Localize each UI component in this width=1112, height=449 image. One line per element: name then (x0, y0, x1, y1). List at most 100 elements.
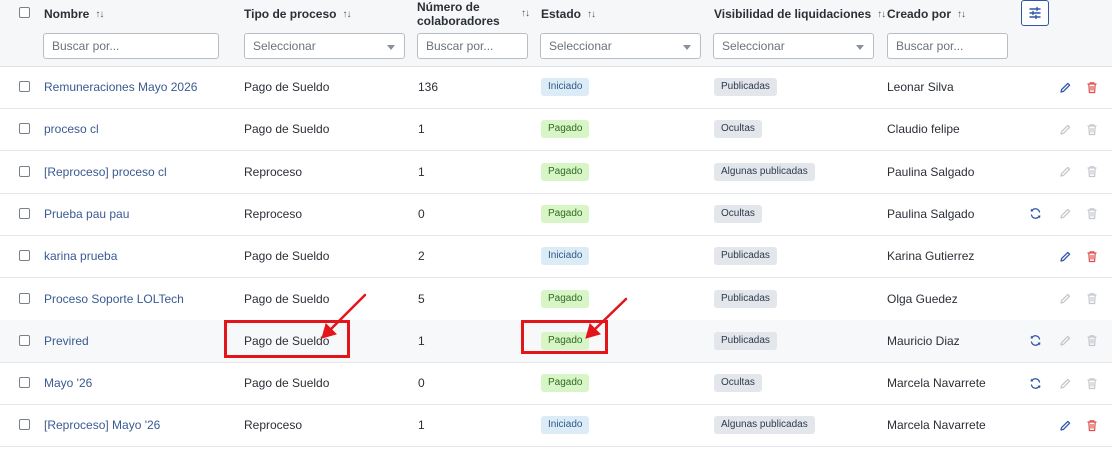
column-settings-button[interactable] (1021, 0, 1049, 26)
column-header-estado[interactable]: Estado ↑↓ (541, 7, 596, 21)
column-label-nombre: Nombre (44, 7, 90, 21)
collaborators-count: 0 (418, 206, 425, 221)
column-header-nombre[interactable]: Nombre ↑↓ (44, 7, 104, 21)
table-row[interactable]: [Reproceso] Mayo '26 Reproceso 1 Iniciad… (0, 404, 1112, 448)
status-badge: Iniciado (541, 416, 590, 435)
estado-select[interactable]: Seleccionar (540, 33, 701, 59)
table-row[interactable]: Remuneraciones Mayo 2026 Pago de Sueldo … (0, 66, 1112, 109)
status-badge: Pagado (541, 162, 590, 181)
status-badge: Pagado (541, 204, 590, 223)
delete-icon (1084, 333, 1100, 349)
delete-icon (1084, 206, 1100, 222)
table-row[interactable]: Prueba pau pau Reproceso 0 Pagado Oculta… (0, 193, 1112, 236)
process-name-link[interactable]: [Reproceso] Mayo '26 (44, 404, 160, 446)
collaborators-count: 1 (418, 418, 425, 433)
sort-icon[interactable]: ↑↓ (521, 7, 530, 21)
process-name-link[interactable]: [Reproceso] proceso cl (44, 151, 167, 193)
row-checkbox[interactable] (19, 207, 30, 219)
sync-icon[interactable] (1027, 206, 1043, 222)
sort-icon[interactable]: ↑↓ (342, 9, 351, 20)
edit-icon (1057, 375, 1073, 391)
edit-icon[interactable] (1057, 417, 1073, 433)
column-label-visibilidad: Visibilidad de liquidaciones (714, 7, 872, 21)
process-name-link[interactable]: Previred (44, 320, 89, 362)
edit-icon (1057, 206, 1073, 222)
process-name-link[interactable]: Prueba pau pau (44, 193, 129, 235)
delete-icon[interactable] (1084, 248, 1100, 264)
edit-icon[interactable] (1057, 79, 1073, 95)
delete-icon (1084, 291, 1100, 307)
process-name-link[interactable]: proceso cl (44, 108, 99, 150)
column-header-colaboradores[interactable]: Número de colaboradores ↑↓ (417, 0, 530, 28)
visibility-badge: Ocultas (714, 120, 762, 139)
chevron-down-icon (387, 45, 395, 50)
edit-icon (1057, 333, 1073, 349)
edit-icon (1057, 121, 1073, 137)
nombre-search-input[interactable]: Buscar por... (43, 33, 219, 59)
visibility-badge: Publicadas (714, 247, 777, 266)
created-by: Paulina Salgado (887, 164, 975, 179)
edit-icon (1057, 164, 1073, 180)
collaborators-count: 1 (418, 333, 425, 348)
process-name-link[interactable]: karina prueba (44, 235, 117, 277)
delete-icon (1084, 375, 1100, 391)
sort-icon[interactable]: ↑↓ (95, 9, 104, 20)
tipo-select[interactable]: Seleccionar (244, 33, 405, 59)
row-checkbox[interactable] (19, 292, 30, 304)
visibilidad-select-value: Seleccionar (722, 39, 785, 53)
visibility-badge: Ocultas (714, 374, 762, 393)
process-name-link[interactable]: Remuneraciones Mayo 2026 (44, 66, 197, 108)
row-checkbox[interactable] (19, 377, 30, 389)
table-row[interactable]: [Reproceso] proceso cl Reproceso 1 Pagad… (0, 151, 1112, 194)
sort-icon[interactable]: ↑↓ (587, 9, 596, 20)
column-header-tipo[interactable]: Tipo de proceso ↑↓ (244, 7, 351, 21)
status-badge: Pagado (541, 289, 590, 308)
table-row[interactable]: Mayo '26 Pago de Sueldo 0 Pagado Ocultas… (0, 362, 1112, 406)
created-by: Marcela Navarrete (887, 418, 986, 433)
visibility-badge: Publicadas (714, 78, 777, 96)
delete-icon (1084, 121, 1100, 137)
process-name-link[interactable]: Mayo '26 (44, 362, 92, 404)
estado-select-value: Seleccionar (549, 39, 612, 53)
table-row[interactable]: proceso cl Pago de Sueldo 1 Pagado Ocult… (0, 108, 1112, 152)
created-by: Mauricio Diaz (887, 333, 960, 348)
column-header-creado[interactable]: Creado por ↑↓ (887, 7, 966, 21)
row-checkbox[interactable] (19, 123, 30, 135)
creado-search-input[interactable]: Buscar por... (887, 33, 1008, 59)
process-type: Pago de Sueldo (244, 122, 330, 137)
process-type: Pago de Sueldo (244, 80, 330, 94)
table-header: Nombre ↑↓ Tipo de proceso ↑↓ Número de c… (0, 0, 1112, 67)
created-by: Paulina Salgado (887, 206, 975, 221)
sliders-icon (1029, 6, 1041, 20)
select-all-checkbox[interactable] (19, 7, 30, 18)
edit-icon[interactable] (1057, 248, 1073, 264)
column-label-creado: Creado por (887, 7, 952, 21)
column-header-visibilidad[interactable]: Visibilidad de liquidaciones ↑↓ (714, 7, 886, 21)
row-checkbox[interactable] (19, 334, 30, 346)
table-row[interactable]: karina prueba Pago de Sueldo 2 Iniciado … (0, 235, 1112, 279)
row-checkbox[interactable] (19, 81, 30, 92)
table-row[interactable]: Proceso Soporte LOLTech Pago de Sueldo 5… (0, 278, 1112, 321)
process-type: Pago de Sueldo (244, 249, 330, 264)
sync-icon[interactable] (1027, 333, 1043, 349)
visibilidad-select[interactable]: Seleccionar (713, 33, 874, 59)
sort-icon[interactable]: ↑↓ (877, 9, 886, 20)
row-checkbox[interactable] (19, 250, 30, 262)
visibility-badge: Algunas publicadas (714, 162, 815, 181)
collaborators-count: 136 (418, 80, 439, 94)
process-name-link[interactable]: Proceso Soporte LOLTech (44, 278, 184, 320)
visibility-badge: Algunas publicadas (714, 416, 815, 435)
sync-icon[interactable] (1027, 375, 1043, 391)
created-by: Leonar Silva (887, 80, 954, 94)
row-checkbox[interactable] (19, 165, 30, 177)
sort-icon[interactable]: ↑↓ (957, 9, 966, 20)
chevron-down-icon (856, 45, 864, 50)
status-badge: Iniciado (541, 78, 590, 96)
delete-icon[interactable] (1084, 417, 1100, 433)
column-label-colaboradores-line2: colaboradores (417, 14, 500, 28)
process-type: Reproceso (244, 418, 303, 433)
colaboradores-search-input[interactable]: Buscar por... (417, 33, 528, 59)
row-checkbox[interactable] (19, 419, 30, 431)
status-badge: Pagado (541, 374, 590, 393)
delete-icon[interactable] (1084, 79, 1100, 95)
